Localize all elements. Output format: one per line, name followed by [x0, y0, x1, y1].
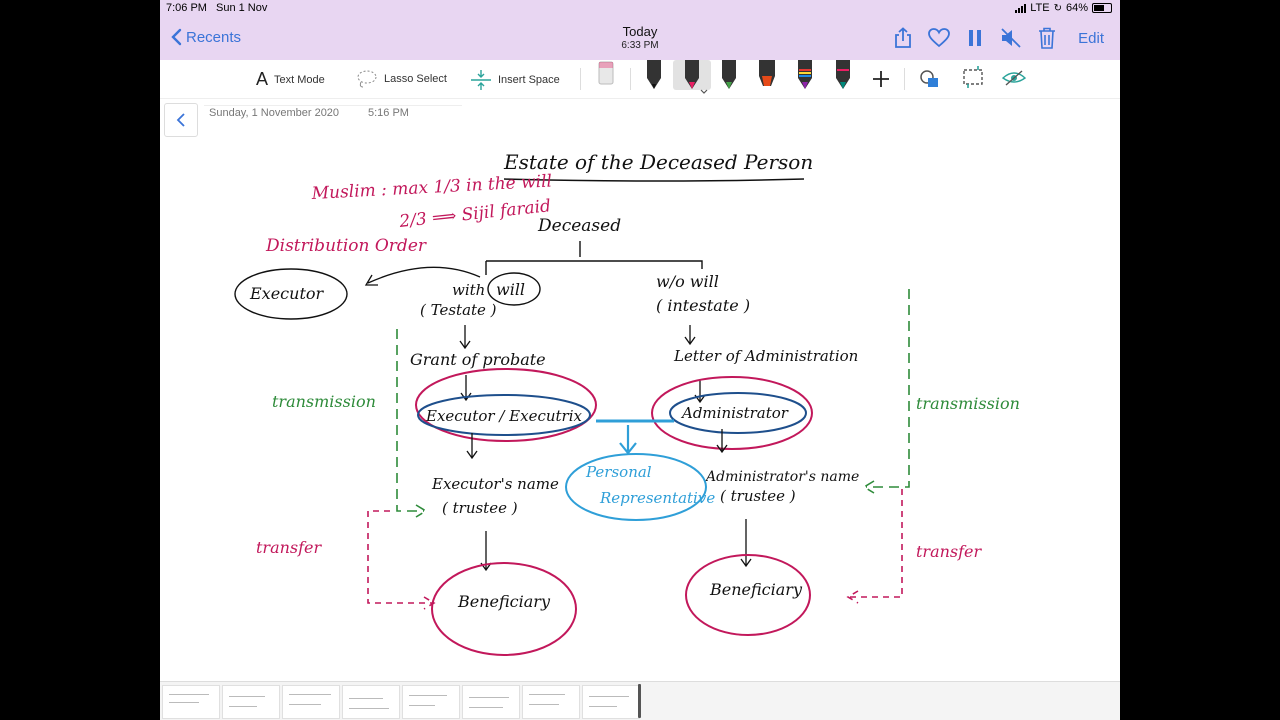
black-pen-tool[interactable] — [643, 60, 665, 90]
representative-label: Representative — [599, 489, 715, 507]
beneficiary-right: Beneficiary — [709, 580, 803, 599]
trash-icon[interactable] — [1036, 27, 1058, 49]
heart-icon[interactable] — [928, 27, 951, 49]
page-thumbnail[interactable] — [282, 685, 340, 719]
nav-icons: Edit — [892, 27, 1104, 49]
status-bar: 7:06 PM Sun 1 Nov LTE ↻ 64% — [160, 0, 1120, 18]
pink-pen-tool[interactable] — [673, 60, 711, 94]
status-date: Sun 1 Nov — [216, 2, 268, 14]
distribution-order: Distribution Order — [265, 236, 427, 256]
chevron-left-icon — [176, 113, 185, 127]
arrow-to-personal-rep — [619, 425, 637, 455]
transfer-left: transfer — [256, 538, 323, 557]
deceased-label: Deceased — [537, 216, 621, 236]
executor-name: Executor's name — [431, 475, 559, 493]
teal-pen-tool[interactable] — [832, 60, 854, 90]
page-thumbnail-strip — [160, 681, 1120, 720]
lasso-select-tool[interactable]: Lasso Select — [356, 69, 447, 89]
lasso-icon — [357, 70, 377, 88]
without-will-label: w/o will — [656, 272, 719, 291]
deceased-branch — [485, 241, 703, 275]
transmission-left: transmission — [272, 392, 376, 411]
page-thumbnail[interactable] — [162, 685, 220, 719]
arrow-down-admin — [694, 379, 706, 404]
pause-icon[interactable] — [964, 27, 986, 49]
arrow-down-probate — [459, 325, 471, 350]
transfer-right: transfer — [916, 542, 983, 561]
share-icon[interactable] — [892, 27, 914, 49]
trustee-left: ( trustee ) — [442, 499, 518, 517]
executor-label: Executor — [249, 284, 325, 303]
intestate-label: ( intestate ) — [656, 296, 750, 315]
mute-icon[interactable] — [1000, 27, 1022, 49]
eraser-tool[interactable] — [595, 60, 617, 90]
insert-space-icon — [471, 70, 491, 90]
toolbar: A Text Mode Lasso Select Insert Space — [160, 60, 1120, 99]
letter-of-administration: Letter of Administration — [673, 347, 858, 365]
arrow-down-letter — [684, 325, 696, 346]
page-thumbnail[interactable] — [222, 685, 280, 719]
executor-executrix: Executor / Executrix — [425, 407, 583, 425]
insert-space-tool[interactable]: Insert Space — [470, 69, 560, 91]
shapes-icon[interactable] — [918, 68, 940, 98]
read-only-icon[interactable] — [1001, 68, 1027, 98]
executor-pink-circle — [415, 368, 597, 442]
page-date: Sunday, 1 November 2020 — [209, 107, 340, 119]
beneficiary-left: Beneficiary — [457, 592, 551, 611]
transmission-right-line — [862, 289, 910, 494]
battery-icon — [1092, 3, 1112, 13]
page-thumbnail[interactable] — [522, 685, 580, 719]
trustee-right: ( trustee ) — [720, 487, 796, 505]
thumbnail-scroll-handle[interactable] — [638, 684, 641, 718]
rainbow-pen-tool[interactable] — [794, 60, 816, 90]
status-right: LTE ↻ 64% — [1015, 2, 1112, 14]
orientation-lock-icon: ↻ — [1053, 2, 1062, 14]
toolbar-divider — [580, 68, 581, 90]
page-thumbnail[interactable] — [402, 685, 460, 719]
orange-highlighter-tool[interactable] — [756, 60, 778, 90]
muslim-note-line2: 2/3 ⟹ Sijil faraid — [397, 196, 552, 232]
status-time: 7:06 PM — [166, 2, 207, 14]
page-thumbnail[interactable] — [582, 685, 640, 719]
page-time: 5:16 PM — [368, 107, 409, 119]
personal-label: Personal — [585, 463, 652, 481]
text-mode-label: Text Mode — [274, 73, 325, 86]
page-back-button[interactable] — [164, 103, 198, 137]
note-page[interactable]: Estate of the Deceased Person Muslim : m… — [160, 99, 1120, 681]
will-label: will — [496, 280, 525, 299]
network-label: LTE — [1030, 2, 1050, 14]
transmission-right: transmission — [916, 394, 1020, 413]
handwriting-canvas[interactable]: Estate of the Deceased Person Muslim : m… — [160, 99, 1120, 681]
edit-button[interactable]: Edit — [1078, 30, 1104, 47]
add-tool-button[interactable] — [870, 68, 892, 98]
image-crop-icon[interactable] — [960, 66, 983, 96]
administrator-name: Administrator's name — [704, 469, 859, 485]
nav-bar: Recents Today 6:33 PM Edit — [160, 18, 1120, 60]
note-title: Estate of the Deceased Person — [503, 150, 813, 174]
toolbar-divider — [904, 68, 905, 90]
with-label: with — [452, 281, 485, 299]
insert-space-label: Insert Space — [498, 74, 560, 86]
green-pen-tool[interactable] — [718, 60, 740, 90]
page-thumbnail[interactable] — [342, 685, 400, 719]
battery-label: 64% — [1065, 2, 1088, 14]
administrator: Administrator — [680, 404, 789, 422]
text-mode-icon: A — [256, 69, 269, 89]
transfer-left-line — [367, 510, 436, 610]
date-divider — [204, 105, 462, 106]
testate-label: ( Testate ) — [420, 301, 497, 319]
toolbar-divider — [630, 68, 631, 90]
transfer-right-line — [846, 489, 903, 604]
signal-icon — [1015, 3, 1027, 13]
grant-of-probate: Grant of probate — [410, 350, 546, 369]
page-thumbnail[interactable] — [462, 685, 520, 719]
arrow-down-exec-name — [466, 433, 478, 460]
text-mode-tool[interactable]: A Text Mode — [256, 69, 325, 90]
app-screen: 7:06 PM Sun 1 Nov LTE ↻ 64% Recents Toda… — [160, 0, 1120, 720]
lasso-label: Lasso Select — [384, 73, 447, 85]
arrow-down-beneficiary-right — [740, 519, 752, 568]
